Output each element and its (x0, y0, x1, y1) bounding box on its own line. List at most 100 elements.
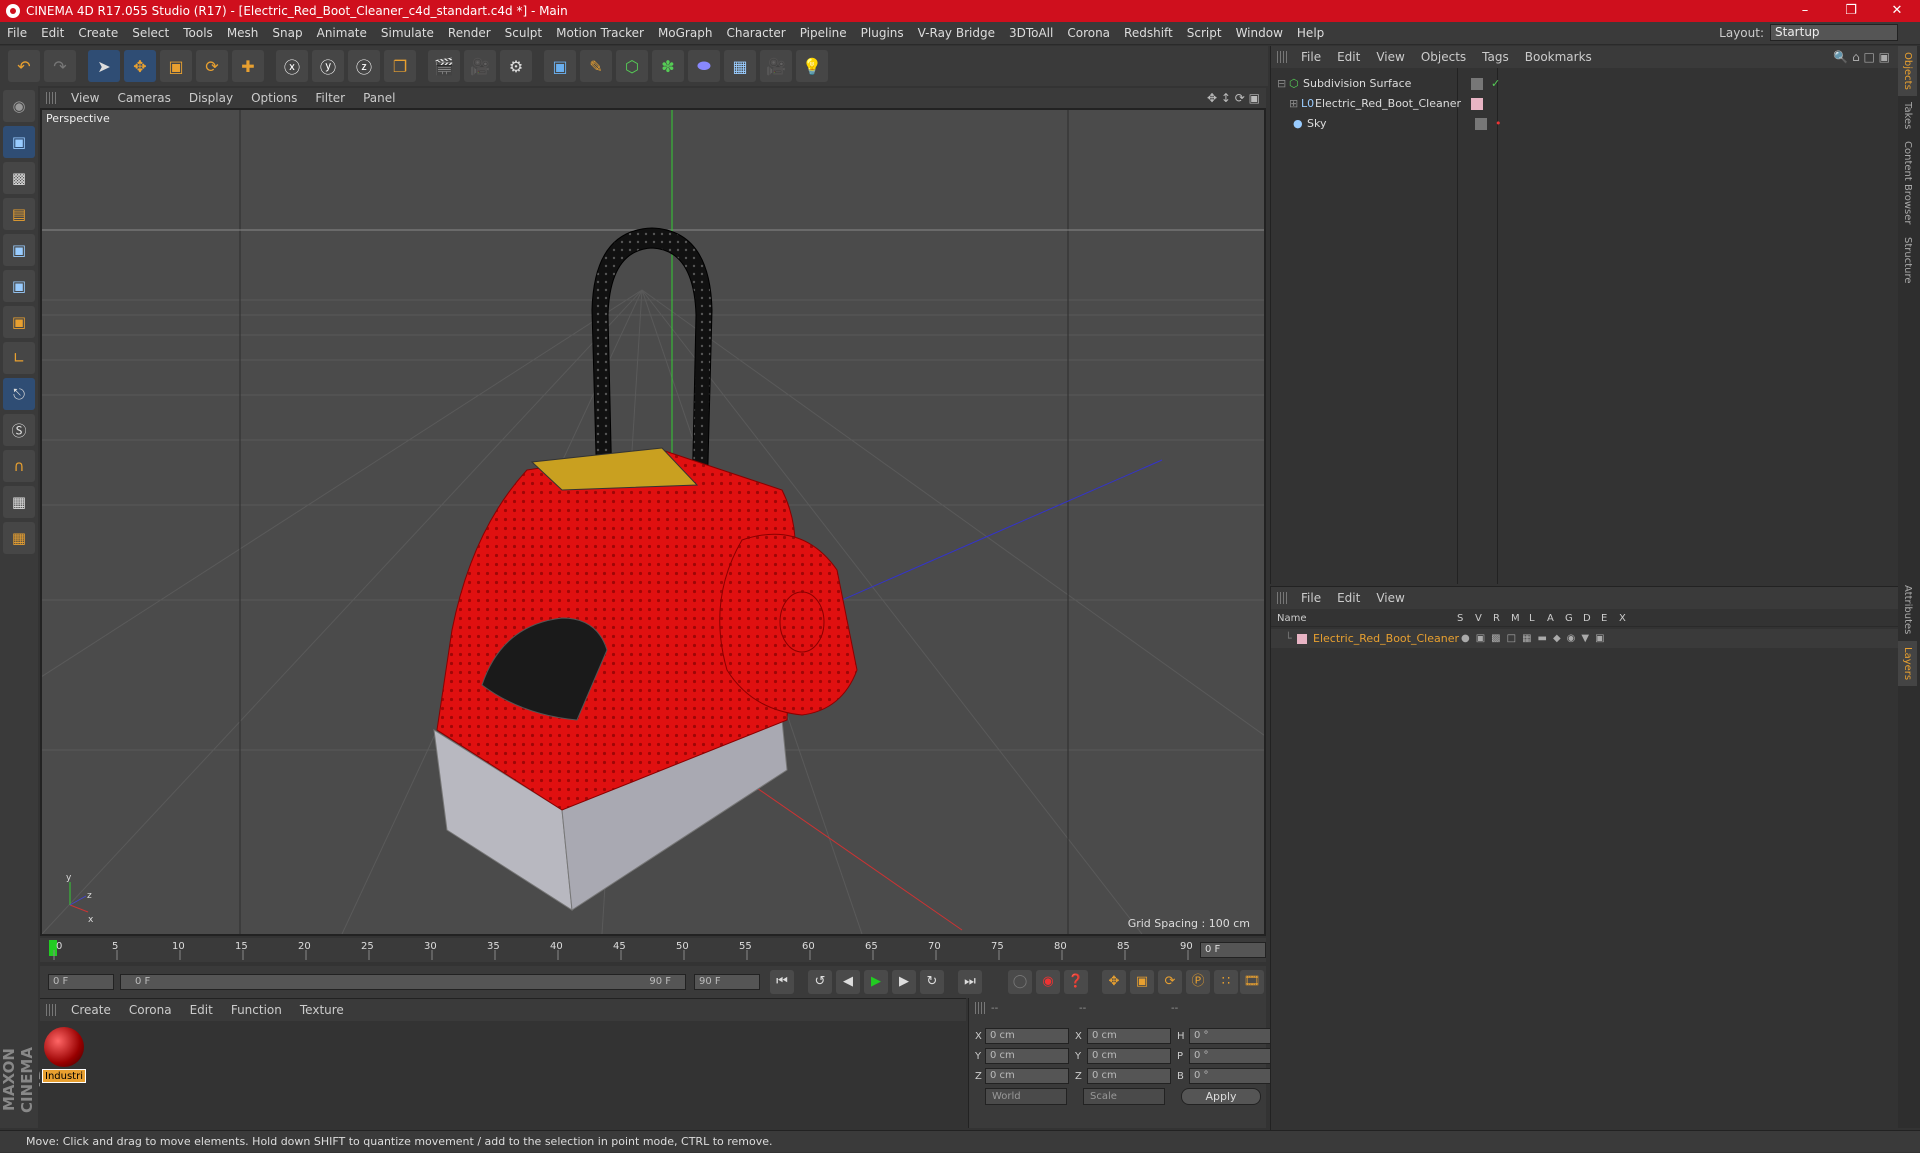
render-view-icon[interactable]: 🎬 (428, 50, 460, 82)
menu-vray-bridge[interactable]: V-Ray Bridge (911, 22, 1002, 45)
material-menu-create[interactable]: Create (62, 1003, 120, 1017)
key-scale-icon[interactable]: ▣ (1130, 970, 1154, 994)
viewport-menu-panel[interactable]: Panel (354, 91, 404, 105)
start-frame-field[interactable]: 0 F (48, 974, 114, 990)
layer-color-icon[interactable] (1471, 97, 1483, 110)
prev-keyframe-icon[interactable]: ↺ (808, 970, 832, 994)
layer-row[interactable]: └ Electric_Red_Boot_Cleaner ●▣▩□▦▬◆◉▼▣ (1271, 629, 1899, 648)
enabled-check-icon[interactable]: ✓ (1491, 77, 1500, 90)
menu-window[interactable]: Window (1229, 22, 1290, 45)
menu-plugins[interactable]: Plugins (854, 22, 911, 45)
render-picture-viewer-icon[interactable]: 🎥 (464, 50, 496, 82)
x-axis-lock-icon[interactable]: ⓧ (276, 50, 308, 82)
objects-menu-bookmarks[interactable]: Bookmarks (1517, 50, 1600, 64)
move-tool-icon[interactable]: ✥ (124, 50, 156, 82)
layer-color-icon[interactable] (1297, 633, 1307, 644)
layers-menu-view[interactable]: View (1368, 591, 1412, 605)
frame-range-slider[interactable]: 0 F 90 F (120, 974, 686, 990)
subdivision-surface-icon[interactable]: ⬡ (616, 50, 648, 82)
menu-mesh[interactable]: Mesh (220, 22, 266, 45)
go-to-end-icon[interactable]: ⏭ (958, 970, 982, 994)
tab-structure[interactable]: Structure (1898, 231, 1917, 290)
position-y-field[interactable]: 0 cm (985, 1048, 1069, 1064)
menu-animate[interactable]: Animate (310, 22, 374, 45)
editor-visibility-icon[interactable] (1475, 117, 1487, 130)
tab-layers[interactable]: Layers (1898, 640, 1917, 686)
texture-mode-icon[interactable]: ▩ (3, 162, 35, 194)
menu-create[interactable]: Create (71, 22, 125, 45)
viewport-menu-filter[interactable]: Filter (306, 91, 354, 105)
cube-primitive-icon[interactable]: ▣ (544, 50, 576, 82)
menu-character[interactable]: Character (719, 22, 792, 45)
viewport-menu-display[interactable]: Display (180, 91, 242, 105)
object-row-sky[interactable]: ● Sky • (1271, 114, 1899, 133)
rotate-tool-icon[interactable]: ⟳ (196, 50, 228, 82)
material-menu-function[interactable]: Function (222, 1003, 291, 1017)
viewport-nav-icons[interactable]: ✥ ↕ ⟳ ▣ (1207, 91, 1260, 105)
make-editable-icon[interactable]: ◉ (3, 90, 35, 122)
objects-menu-edit[interactable]: Edit (1329, 50, 1368, 64)
timeline-window-icon[interactable]: 🎞 (1240, 970, 1264, 994)
timeline-ruler[interactable]: 0 5 10 15 20 25 30 35 40 45 50 55 60 65 … (40, 938, 1266, 962)
menu-snap[interactable]: Snap (265, 22, 309, 45)
end-frame-field[interactable]: 90 F (694, 974, 760, 990)
scale-dropdown[interactable]: Scale (1083, 1088, 1165, 1105)
viewport-menu-view[interactable]: View (62, 91, 108, 105)
camera-icon[interactable]: 🎥 (760, 50, 792, 82)
next-keyframe-icon[interactable]: ↻ (920, 970, 944, 994)
redo-icon[interactable]: ↷ (44, 50, 76, 82)
menu-help[interactable]: Help (1290, 22, 1331, 45)
object-manager-search-icon[interactable]: 🔍 ⌂ □ ▣ (1833, 50, 1890, 64)
scale-tool-icon[interactable]: ▣ (160, 50, 192, 82)
size-y-field[interactable]: 0 cm (1087, 1048, 1171, 1064)
layers-menu-file[interactable]: File (1293, 591, 1329, 605)
menu-file[interactable]: File (0, 22, 34, 45)
size-x-field[interactable]: 0 cm (1087, 1028, 1171, 1044)
material-swatch[interactable]: Industri (42, 1025, 86, 1083)
deformer-icon[interactable]: ⬬ (688, 50, 720, 82)
snap-magnet-icon[interactable]: ∩ (3, 450, 35, 482)
key-rotation-icon[interactable]: ⟳ (1158, 970, 1182, 994)
layout-dropdown[interactable]: Startup (1770, 24, 1898, 41)
polygons-mode-icon[interactable]: ▣ (3, 306, 35, 338)
rotation-p-field[interactable]: 0 ° (1189, 1048, 1271, 1064)
go-to-start-icon[interactable]: ⏮ (770, 970, 794, 994)
axis-mode-icon[interactable]: ∟ (3, 342, 35, 374)
layers-menu-edit[interactable]: Edit (1329, 591, 1368, 605)
menu-tools[interactable]: Tools (176, 22, 220, 45)
play-icon[interactable]: ▶ (864, 970, 888, 994)
layer-toggle-icons[interactable]: ●▣▩□▦▬◆◉▼▣ (1461, 633, 1611, 644)
planar-workplane-icon[interactable]: ▦ (3, 522, 35, 554)
objects-menu-tags[interactable]: Tags (1474, 50, 1517, 64)
tab-takes[interactable]: Takes (1898, 96, 1917, 135)
menu-3dtoall[interactable]: 3DToAll (1002, 22, 1060, 45)
objects-menu-file[interactable]: File (1293, 50, 1329, 64)
material-menu-corona[interactable]: Corona (120, 1003, 181, 1017)
tab-content-browser[interactable]: Content Browser (1898, 135, 1917, 230)
menu-pipeline[interactable]: Pipeline (793, 22, 854, 45)
rotation-h-field[interactable]: 0 ° (1189, 1028, 1271, 1044)
menu-render[interactable]: Render (441, 22, 498, 45)
workplane-lock-icon[interactable]: ▦ (3, 486, 35, 518)
workplane-mode-icon[interactable]: ▤ (3, 198, 35, 230)
object-row-subdivision-surface[interactable]: ⊟ ⬡ Subdivision Surface ✓ (1271, 74, 1899, 93)
light-icon[interactable]: 💡 (796, 50, 828, 82)
step-forward-icon[interactable]: ▶ (892, 970, 916, 994)
editor-visibility-icon[interactable] (1471, 77, 1483, 90)
menu-edit[interactable]: Edit (34, 22, 71, 45)
edges-mode-icon[interactable]: ▣ (3, 270, 35, 302)
floor-environment-icon[interactable]: ▦ (724, 50, 756, 82)
menu-redshift[interactable]: Redshift (1117, 22, 1180, 45)
rotation-b-field[interactable]: 0 ° (1189, 1068, 1271, 1084)
undo-icon[interactable]: ↶ (8, 50, 40, 82)
menu-simulate[interactable]: Simulate (374, 22, 441, 45)
material-menu-edit[interactable]: Edit (181, 1003, 222, 1017)
position-x-field[interactable]: 0 cm (985, 1028, 1069, 1044)
apply-button[interactable]: Apply (1181, 1088, 1261, 1105)
y-axis-lock-icon[interactable]: ⓨ (312, 50, 344, 82)
mograph-cloner-icon[interactable]: ✽ (652, 50, 684, 82)
render-settings-icon[interactable]: ⚙ (500, 50, 532, 82)
keyframe-selection-icon[interactable]: ❓ (1064, 970, 1088, 994)
key-pla-icon[interactable]: ∷ (1214, 970, 1238, 994)
menu-script[interactable]: Script (1180, 22, 1229, 45)
